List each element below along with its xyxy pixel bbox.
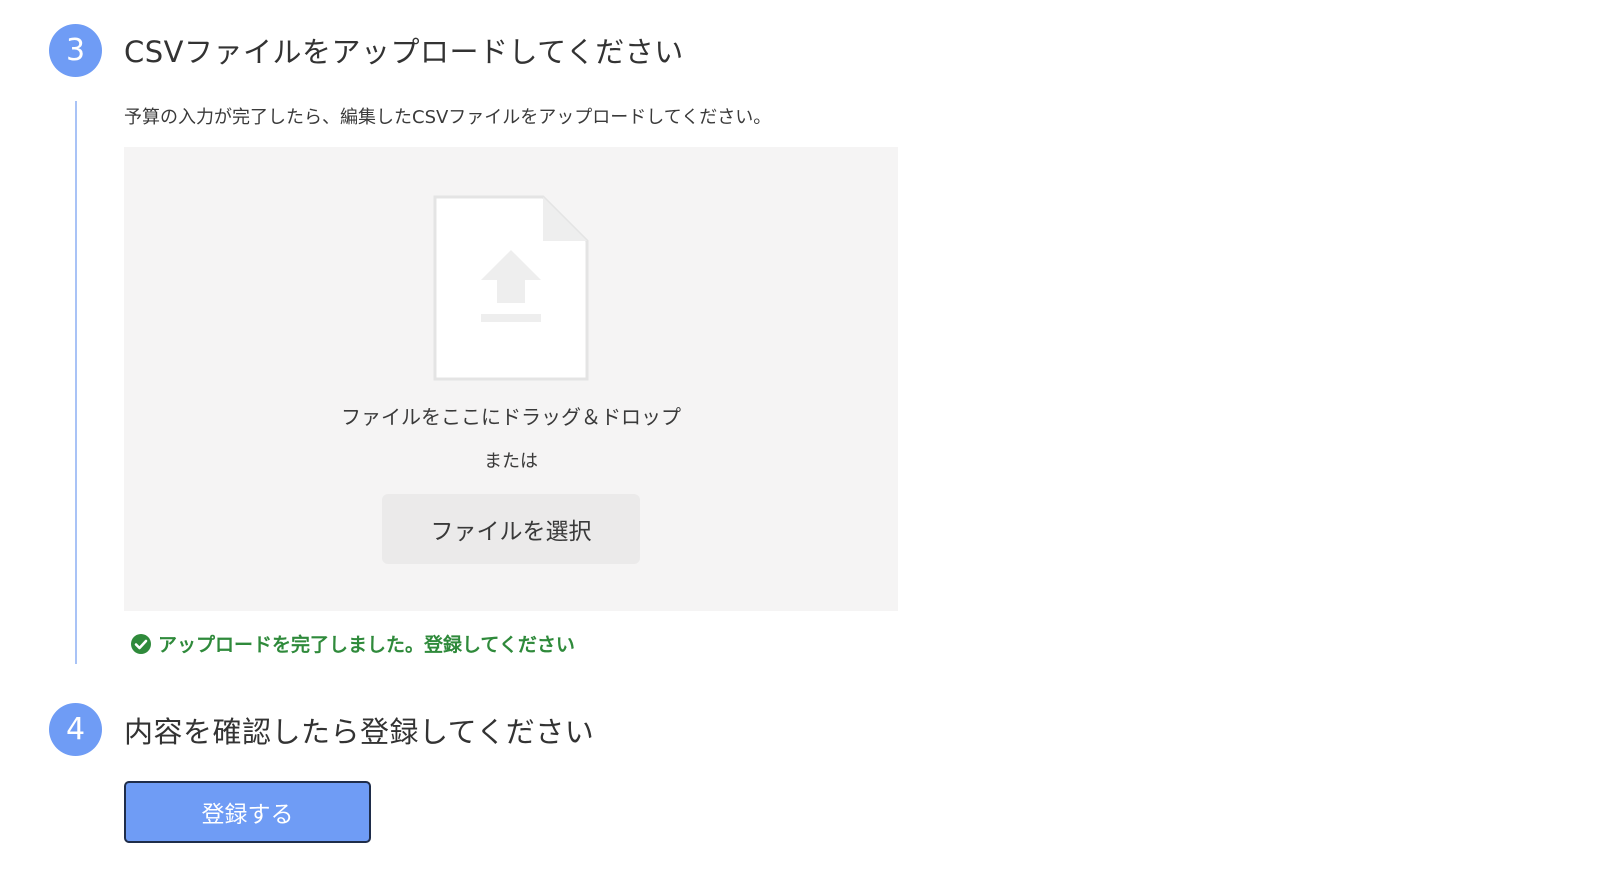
- step-connector-line: [75, 101, 77, 664]
- upload-success-message: アップロードを完了しました。登録してください: [158, 634, 575, 656]
- step-3-description: 予算の入力が完了したら、編集したCSVファイルをアップロードしてください。: [124, 107, 772, 128]
- step-4-badge: 4: [49, 703, 102, 756]
- step-3-title: CSVファイルをアップロードしてください: [124, 35, 684, 69]
- file-dropzone[interactable]: ファイルをここにドラッグ＆ドロップ または ファイルを選択: [124, 147, 898, 611]
- select-file-button[interactable]: ファイルを選択: [382, 494, 640, 564]
- upload-page: 3 CSVファイルをアップロードしてください 予算の入力が完了したら、編集したC…: [0, 0, 1600, 889]
- file-upload-icon: [433, 195, 589, 381]
- drop-instruction: ファイルをここにドラッグ＆ドロップ: [341, 405, 681, 429]
- or-separator: または: [484, 451, 538, 472]
- register-button[interactable]: 登録する: [124, 781, 371, 843]
- step-3-badge: 3: [49, 24, 102, 77]
- step-4-title: 内容を確認したら登録してください: [124, 715, 595, 749]
- check-circle-icon: [131, 633, 151, 654]
- upload-success-status: アップロードを完了しました。登録してください: [131, 630, 575, 657]
